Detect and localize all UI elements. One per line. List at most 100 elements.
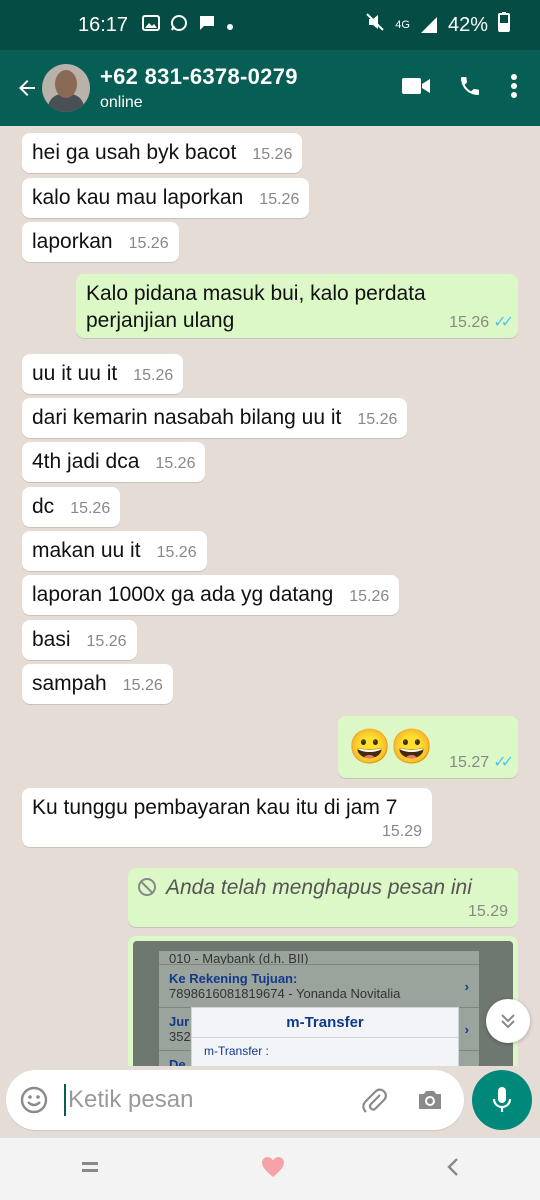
message-bubble[interactable]: laporan 1000x ga ada yg datang 15.26	[22, 575, 400, 615]
message-bubble[interactable]: Ku tunggu pembayaran kau itu di jam 7 15…	[22, 788, 432, 847]
phone-icon	[461, 76, 479, 95]
heart-icon	[262, 1156, 284, 1177]
paperclip-icon	[362, 1088, 387, 1113]
contact-status: online	[100, 94, 143, 111]
video-call-button[interactable]	[402, 76, 430, 101]
camera-button[interactable]	[408, 1088, 452, 1112]
message-bubble[interactable]: sampah 15.26	[22, 664, 173, 704]
read-ticks-icon: ✓✓	[493, 754, 514, 771]
message-text: basi	[32, 628, 71, 651]
text-cursor	[64, 1084, 66, 1116]
mute-icon	[365, 12, 385, 38]
status-bar: 16:17 4G 42%	[0, 0, 540, 50]
message-text: laporan 1000x ga ada yg datang	[32, 583, 334, 606]
attach-button[interactable]	[352, 1086, 396, 1114]
emoji-icon	[20, 1086, 48, 1114]
back-button[interactable]	[8, 68, 46, 108]
modal-subtitle: m-Transfer :	[204, 1044, 269, 1058]
voice-call-button[interactable]	[458, 74, 482, 103]
message-text: kalo kau mau laporkan	[32, 186, 244, 209]
message-bubble[interactable]: hei ga usah byk bacot 15.26	[22, 133, 303, 173]
message-time: 15.26	[155, 455, 196, 472]
message-bubble[interactable]: basi 15.26	[22, 620, 137, 660]
whatsapp-icon	[170, 14, 188, 37]
message-time: 15.26	[449, 314, 490, 331]
read-ticks-icon: ✓✓	[493, 314, 514, 331]
receipt-modal: m-Transfer m-Transfer :	[191, 1007, 459, 1066]
signal-icon	[420, 16, 438, 34]
message-bubble[interactable]: 😀😀 15.27 ✓✓	[338, 716, 518, 778]
message-text: sampah	[32, 672, 107, 695]
chevron-left-icon	[447, 1157, 458, 1176]
arrow-left-icon	[19, 80, 35, 96]
deleted-message-text: Anda telah menghapus pesan ini	[166, 876, 472, 899]
status-time: 16:17	[78, 13, 129, 36]
message-time: 15.29	[381, 823, 422, 840]
double-chevron-down-icon	[501, 1014, 515, 1029]
microphone-icon	[492, 1087, 512, 1112]
message-bubble[interactable]: makan uu it 15.26	[22, 531, 207, 571]
menu-icon	[82, 1161, 98, 1172]
gallery-icon	[142, 14, 161, 36]
message-time: 15.26	[349, 588, 390, 605]
receipt-bank: 010 - Maybank (d.h. BII)	[169, 951, 309, 965]
chevron-right-icon: ›	[464, 1022, 469, 1037]
more-vert-icon	[511, 73, 517, 98]
voice-message-button[interactable]	[472, 1070, 532, 1130]
message-time: 15.27	[449, 754, 490, 771]
recent-apps-button[interactable]	[80, 1159, 100, 1180]
message-input-container: Ketik pesan	[6, 1070, 464, 1130]
message-text: Kalo pidana masuk bui, kalo perdata	[86, 282, 426, 305]
battery-level: 42%	[447, 13, 488, 36]
message-text: makan uu it	[32, 539, 141, 562]
message-bubble[interactable]: dc 15.26	[22, 487, 121, 527]
contact-name: +62 831-6378-0279	[100, 64, 298, 89]
video-camera-icon	[402, 77, 430, 94]
message-bubble[interactable]: 4th jadi dca 15.26	[22, 442, 206, 482]
back-nav-button[interactable]	[446, 1157, 460, 1182]
home-button[interactable]	[260, 1155, 286, 1184]
message-input[interactable]: Ketik pesan	[68, 1086, 352, 1114]
message-text: dc	[32, 495, 55, 518]
message-icon	[198, 14, 216, 37]
message-text: dari kemarin nasabah bilang uu it	[32, 406, 342, 429]
message-bubble[interactable]: dari kemarin nasabah bilang uu it 15.26	[22, 398, 408, 438]
battery-icon	[498, 12, 510, 38]
message-time: 15.26	[259, 191, 300, 208]
message-time: 15.26	[357, 411, 398, 428]
message-list[interactable]: hei ga usah byk bacot 15.26 kalo kau mau …	[0, 126, 540, 1066]
receipt-label: Ke Rekening Tujuan:	[169, 971, 298, 986]
chevron-right-icon: ›	[464, 979, 469, 994]
scroll-to-bottom-button[interactable]	[486, 999, 530, 1043]
message-time: 15.26	[252, 146, 293, 163]
modal-title: m-Transfer	[192, 1008, 458, 1038]
camera-icon	[419, 1091, 441, 1109]
message-bubble[interactable]: laporkan 15.26	[22, 222, 179, 262]
dot-icon	[226, 15, 234, 36]
message-text: laporkan	[32, 230, 113, 253]
message-text: uu it uu it	[32, 362, 118, 385]
message-bubble[interactable]: kalo kau mau laporkan 15.26	[22, 178, 310, 218]
image-message[interactable]: 010 - Maybank (d.h. BII) Ke Rekening Tuj…	[128, 936, 518, 1066]
emoji-button[interactable]	[6, 1086, 62, 1114]
compose-bar: Ketik pesan	[0, 1066, 540, 1138]
deleted-message-bubble[interactable]: Anda telah menghapus pesan ini 15.29	[128, 868, 518, 927]
message-text: 4th jadi dca	[32, 450, 140, 473]
more-options-button[interactable]	[510, 73, 518, 104]
avatar[interactable]	[42, 64, 90, 112]
chat-header: +62 831-6378-0279 online	[0, 50, 540, 126]
message-time: 15.29	[467, 903, 508, 920]
transfer-screenshot-image: 010 - Maybank (d.h. BII) Ke Rekening Tuj…	[133, 941, 513, 1066]
message-time: 15.26	[156, 544, 197, 561]
blocked-icon	[138, 878, 156, 896]
message-time: 15.26	[133, 367, 174, 384]
message-bubble[interactable]: uu it uu it 15.26	[22, 354, 184, 394]
contact-info[interactable]: +62 831-6378-0279 online	[100, 64, 402, 112]
message-emoji: 😀😀	[348, 728, 434, 766]
receipt-value: 352	[169, 1029, 191, 1044]
message-bubble[interactable]: Kalo pidana masuk bui, kalo perdata perj…	[76, 274, 518, 338]
message-text: Ku tunggu pembayaran kau itu di jam 7	[32, 796, 398, 819]
message-time: 15.26	[86, 633, 127, 650]
message-time: 15.26	[122, 677, 163, 694]
network-type: 4G	[395, 19, 410, 31]
